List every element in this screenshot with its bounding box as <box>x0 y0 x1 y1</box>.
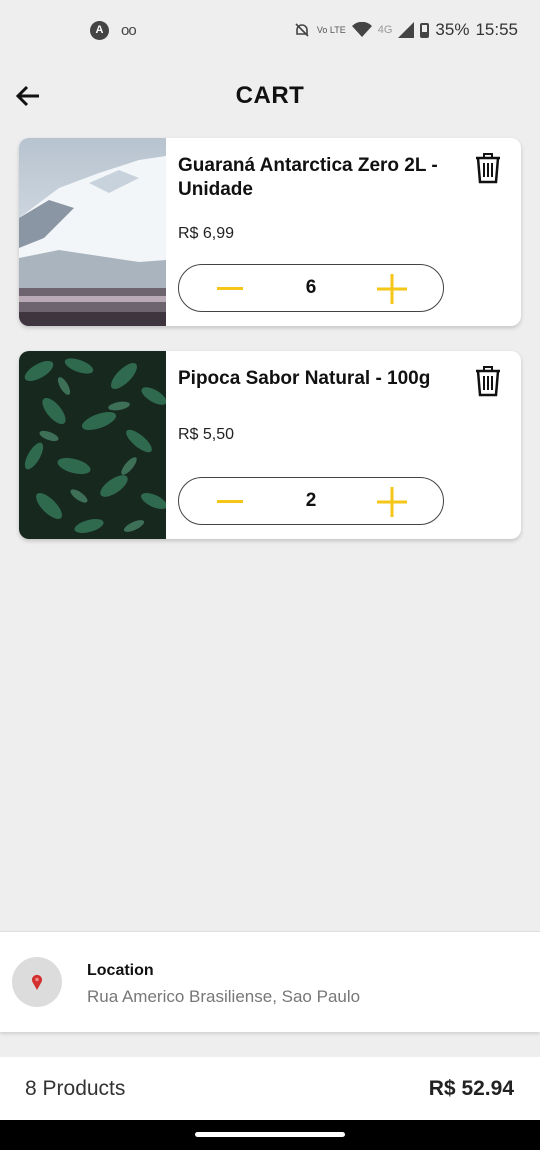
cart-item: Guaraná Antarctica Zero 2L - Unidade R$ … <box>19 138 521 326</box>
battery-icon <box>420 22 430 38</box>
cart-item: Pipoca Sabor Natural - 100g R$ 5,50 2 <box>19 351 521 539</box>
product-price: R$ 5,50 <box>178 426 235 443</box>
status-bar: A ᴏᴏ Vo LTE 4G 35% 15:55 <box>0 0 540 60</box>
volte-icon: Vo LTE <box>316 24 346 35</box>
a-icon: A <box>90 20 109 40</box>
location-pin-badge <box>12 957 62 1007</box>
map-pin-icon <box>32 974 42 990</box>
home-indicator[interactable] <box>195 1132 345 1137</box>
signal-icon <box>398 22 415 38</box>
cart-total: R$ 52.94 <box>428 1077 514 1100</box>
app-header: CART <box>0 70 540 126</box>
location-title: Location <box>87 962 154 979</box>
plus-icon <box>377 487 407 517</box>
voicemail-icon: ᴏᴏ <box>121 21 137 39</box>
plus-icon <box>377 274 407 304</box>
remove-item-button[interactable] <box>473 365 503 397</box>
product-image-leaves <box>19 351 166 539</box>
trash-icon <box>476 153 500 184</box>
location-selector[interactable]: Location Rua Americo Brasiliense, Sao Pa… <box>0 931 540 1032</box>
product-count: 8 Products <box>25 1077 126 1100</box>
system-nav-bar <box>0 1120 540 1150</box>
quantity-stepper: 2 <box>178 477 444 525</box>
mute-icon <box>295 23 309 37</box>
page-title: CART <box>235 82 305 109</box>
product-price: R$ 6,99 <box>178 225 235 242</box>
location-address: Rua Americo Brasiliense, Sao Paulo <box>87 987 361 1006</box>
product-image-mountain <box>19 138 166 326</box>
quantity-stepper: 6 <box>178 264 444 312</box>
increase-button[interactable] <box>375 273 409 305</box>
clock: 15:55 <box>475 20 518 39</box>
cart-summary: 8 Products R$ 52.94 <box>0 1057 540 1120</box>
product-name: Pipoca Sabor Natural - 100g <box>178 368 431 389</box>
increase-button[interactable] <box>375 486 409 518</box>
product-name: Guaraná Antarctica Zero 2L - Unidade <box>178 155 438 200</box>
network-type: 4G <box>377 24 393 36</box>
battery-percent: 35% <box>435 20 470 39</box>
trash-icon <box>476 366 500 397</box>
remove-item-button[interactable] <box>473 152 503 184</box>
wifi-icon <box>351 22 372 37</box>
